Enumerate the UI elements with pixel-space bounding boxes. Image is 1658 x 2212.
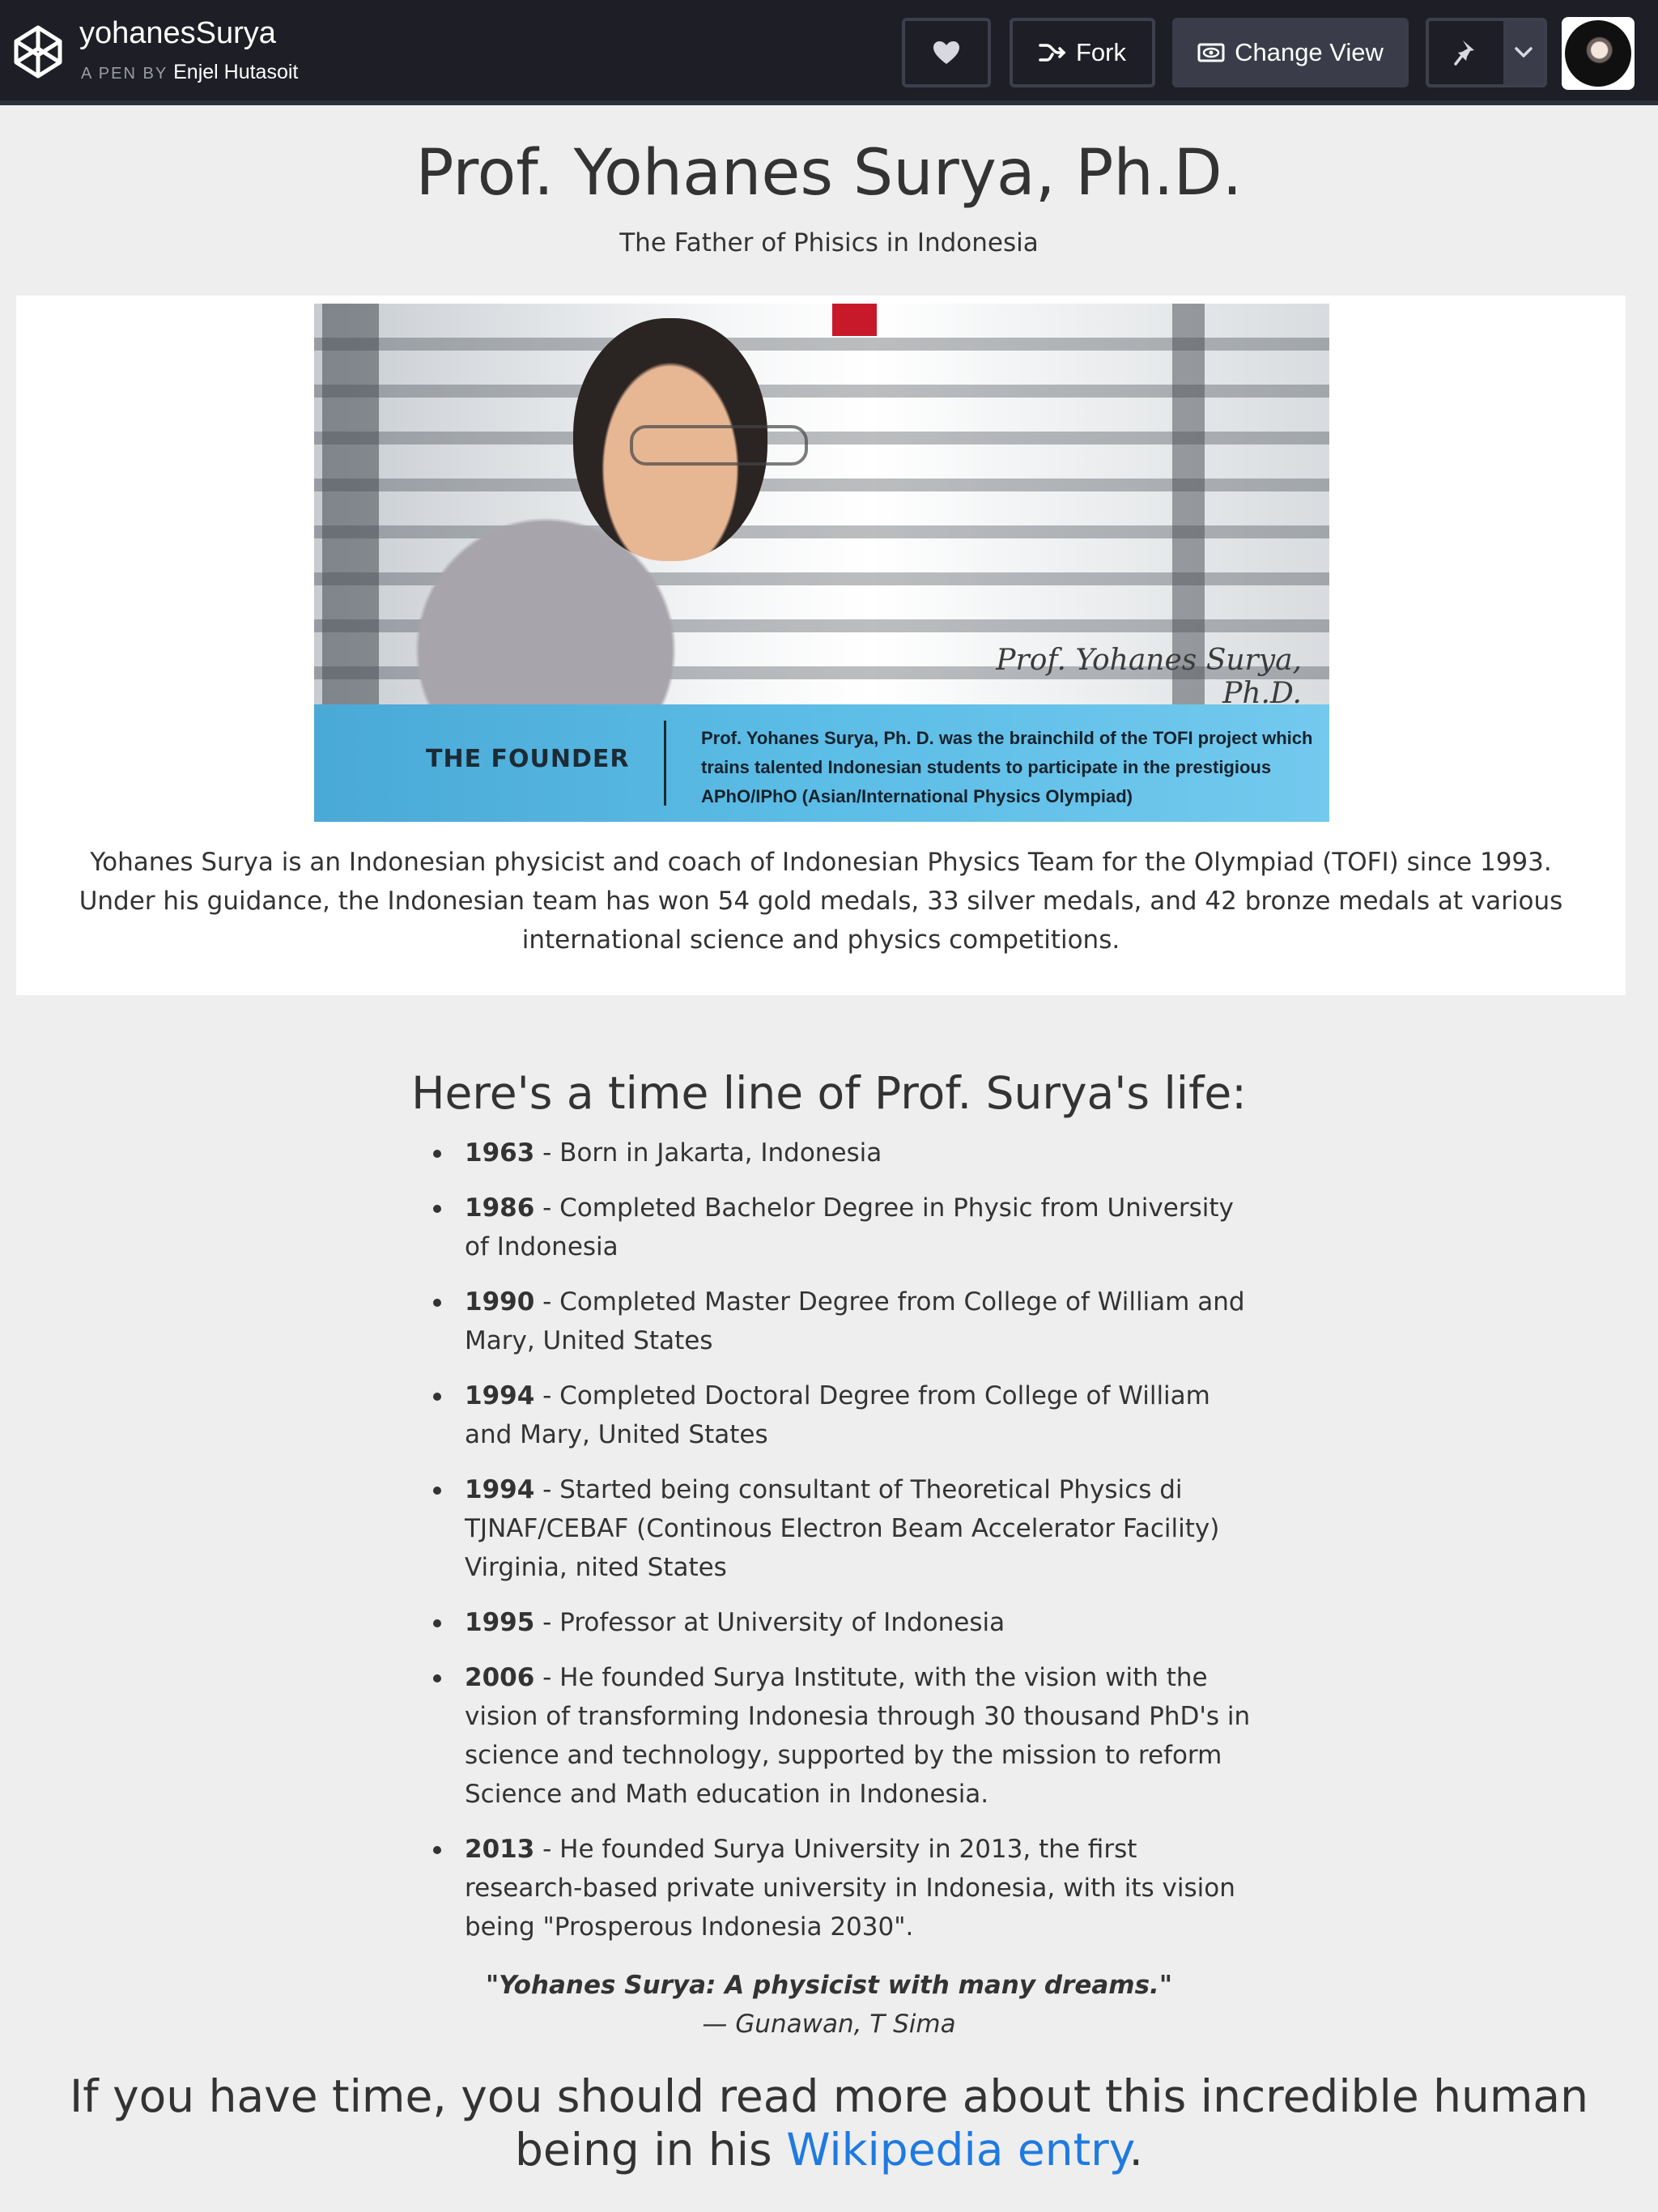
timeline-year: 1995 — [465, 1608, 535, 1637]
pin-button[interactable] — [1429, 21, 1503, 84]
timeline-list: 1963 - Born in Jakarta, Indonesia 1986 -… — [433, 1134, 1253, 1963]
image-name-overlay: Prof. Yohanes Surya, Ph.D. — [996, 644, 1302, 710]
quote-author: — Gunawan, T Sima — [702, 2010, 956, 2039]
quote-text: "Yohanes Surya: A physicist with many dr… — [486, 1971, 1172, 2000]
eye-icon — [1197, 43, 1225, 62]
user-avatar[interactable] — [1562, 17, 1635, 90]
glasses-shape — [630, 425, 808, 466]
timeline-text: - He founded Surya University in 2013, t… — [465, 1835, 1235, 1942]
pen-title[interactable]: yohanesSurya — [79, 15, 276, 52]
timeline-item: 1994 - Completed Doctoral Degree from Co… — [433, 1376, 1253, 1454]
pen-by-prefix: A PEN BY — [81, 65, 168, 83]
footer-text-after: . — [1129, 2124, 1143, 2176]
timeline-year: 1990 — [465, 1287, 535, 1317]
band-divider — [664, 721, 666, 806]
fork-icon — [1039, 44, 1066, 62]
fork-label: Fork — [1076, 38, 1126, 66]
page-title: Prof. Yohanes Surya, Ph.D. — [415, 137, 1243, 210]
author-link[interactable]: Enjel Hutasoit — [173, 61, 298, 83]
timeline-item: 1963 - Born in Jakarta, Indonesia — [433, 1134, 1253, 1172]
timeline-year: 1963 — [465, 1138, 535, 1168]
chevron-down-icon — [1515, 47, 1533, 57]
codepen-header: yohanesSurya A PEN BY Enjel Hutasoit For… — [0, 0, 1658, 105]
founder-band: THE FOUNDER Prof. Yohanes Surya, Ph. D. … — [314, 704, 1329, 822]
pin-dropdown-button[interactable] — [1503, 21, 1544, 84]
timeline-year: 2006 — [465, 1663, 535, 1692]
pin-icon — [1454, 40, 1474, 66]
timeline-item: 1994 - Started being consultant of Theor… — [433, 1470, 1253, 1587]
avatar-image — [1565, 20, 1631, 87]
timeline-text: - Born in Jakarta, Indonesia — [534, 1138, 882, 1168]
timeline-text: - Completed Doctoral Degree from College… — [465, 1381, 1210, 1449]
fork-button[interactable]: Fork — [1010, 18, 1155, 87]
timeline-text: - Started being consultant of Theoretica… — [465, 1475, 1220, 1582]
timeline-year: 2013 — [465, 1835, 535, 1864]
timeline-year: 1994 — [465, 1475, 535, 1504]
timeline-text: - Completed Master Degree from College o… — [465, 1287, 1245, 1355]
footer-text: If you have time, you should read more a… — [32, 2069, 1626, 2176]
heart-button[interactable] — [902, 18, 991, 87]
timeline-item: 1986 - Completed Bachelor Degree in Phys… — [433, 1189, 1253, 1266]
timeline-text: - He founded Surya Institute, with the v… — [465, 1663, 1251, 1809]
page-subtitle: The Father of Phisics in Indonesia — [619, 228, 1039, 257]
background-red-panel — [832, 304, 877, 336]
pin-menu — [1426, 18, 1547, 87]
timeline-text: - Completed Bachelor Degree in Physic fr… — [465, 1193, 1234, 1261]
wikipedia-link[interactable]: Wikipedia entry — [786, 2124, 1129, 2176]
change-view-label: Change View — [1235, 38, 1384, 66]
portrait-image: Prof. Yohanes Surya, Ph.D. THE FOUNDER P… — [314, 304, 1329, 822]
founder-heading: THE FOUNDER — [426, 745, 630, 773]
heart-icon — [933, 41, 959, 64]
image-card: Prof. Yohanes Surya, Ph.D. THE FOUNDER P… — [16, 296, 1626, 995]
timeline-heading: Here's a time line of Prof. Surya's life… — [411, 1067, 1247, 1119]
pen-byline: A PEN BY Enjel Hutasoit — [81, 58, 298, 87]
founder-blurb: Prof. Yohanes Surya, Ph. D. was the brai… — [701, 728, 1313, 806]
timeline-year: 1986 — [465, 1193, 535, 1223]
timeline-item: 1990 - Completed Master Degree from Coll… — [433, 1283, 1253, 1360]
timeline-item: 1995 - Professor at University of Indone… — [433, 1603, 1253, 1642]
timeline-year: 1994 — [465, 1381, 535, 1410]
change-view-button[interactable]: Change View — [1172, 18, 1409, 87]
timeline-item: 2006 - He founded Surya Institute, with … — [433, 1658, 1253, 1814]
timeline-text: - Professor at University of Indonesia — [534, 1608, 1005, 1637]
timeline-item: 2013 - He founded Surya University in 20… — [433, 1830, 1253, 1946]
image-caption: Yohanes Surya is an Indonesian physicist… — [79, 848, 1563, 955]
codepen-logo-icon[interactable] — [13, 24, 63, 79]
